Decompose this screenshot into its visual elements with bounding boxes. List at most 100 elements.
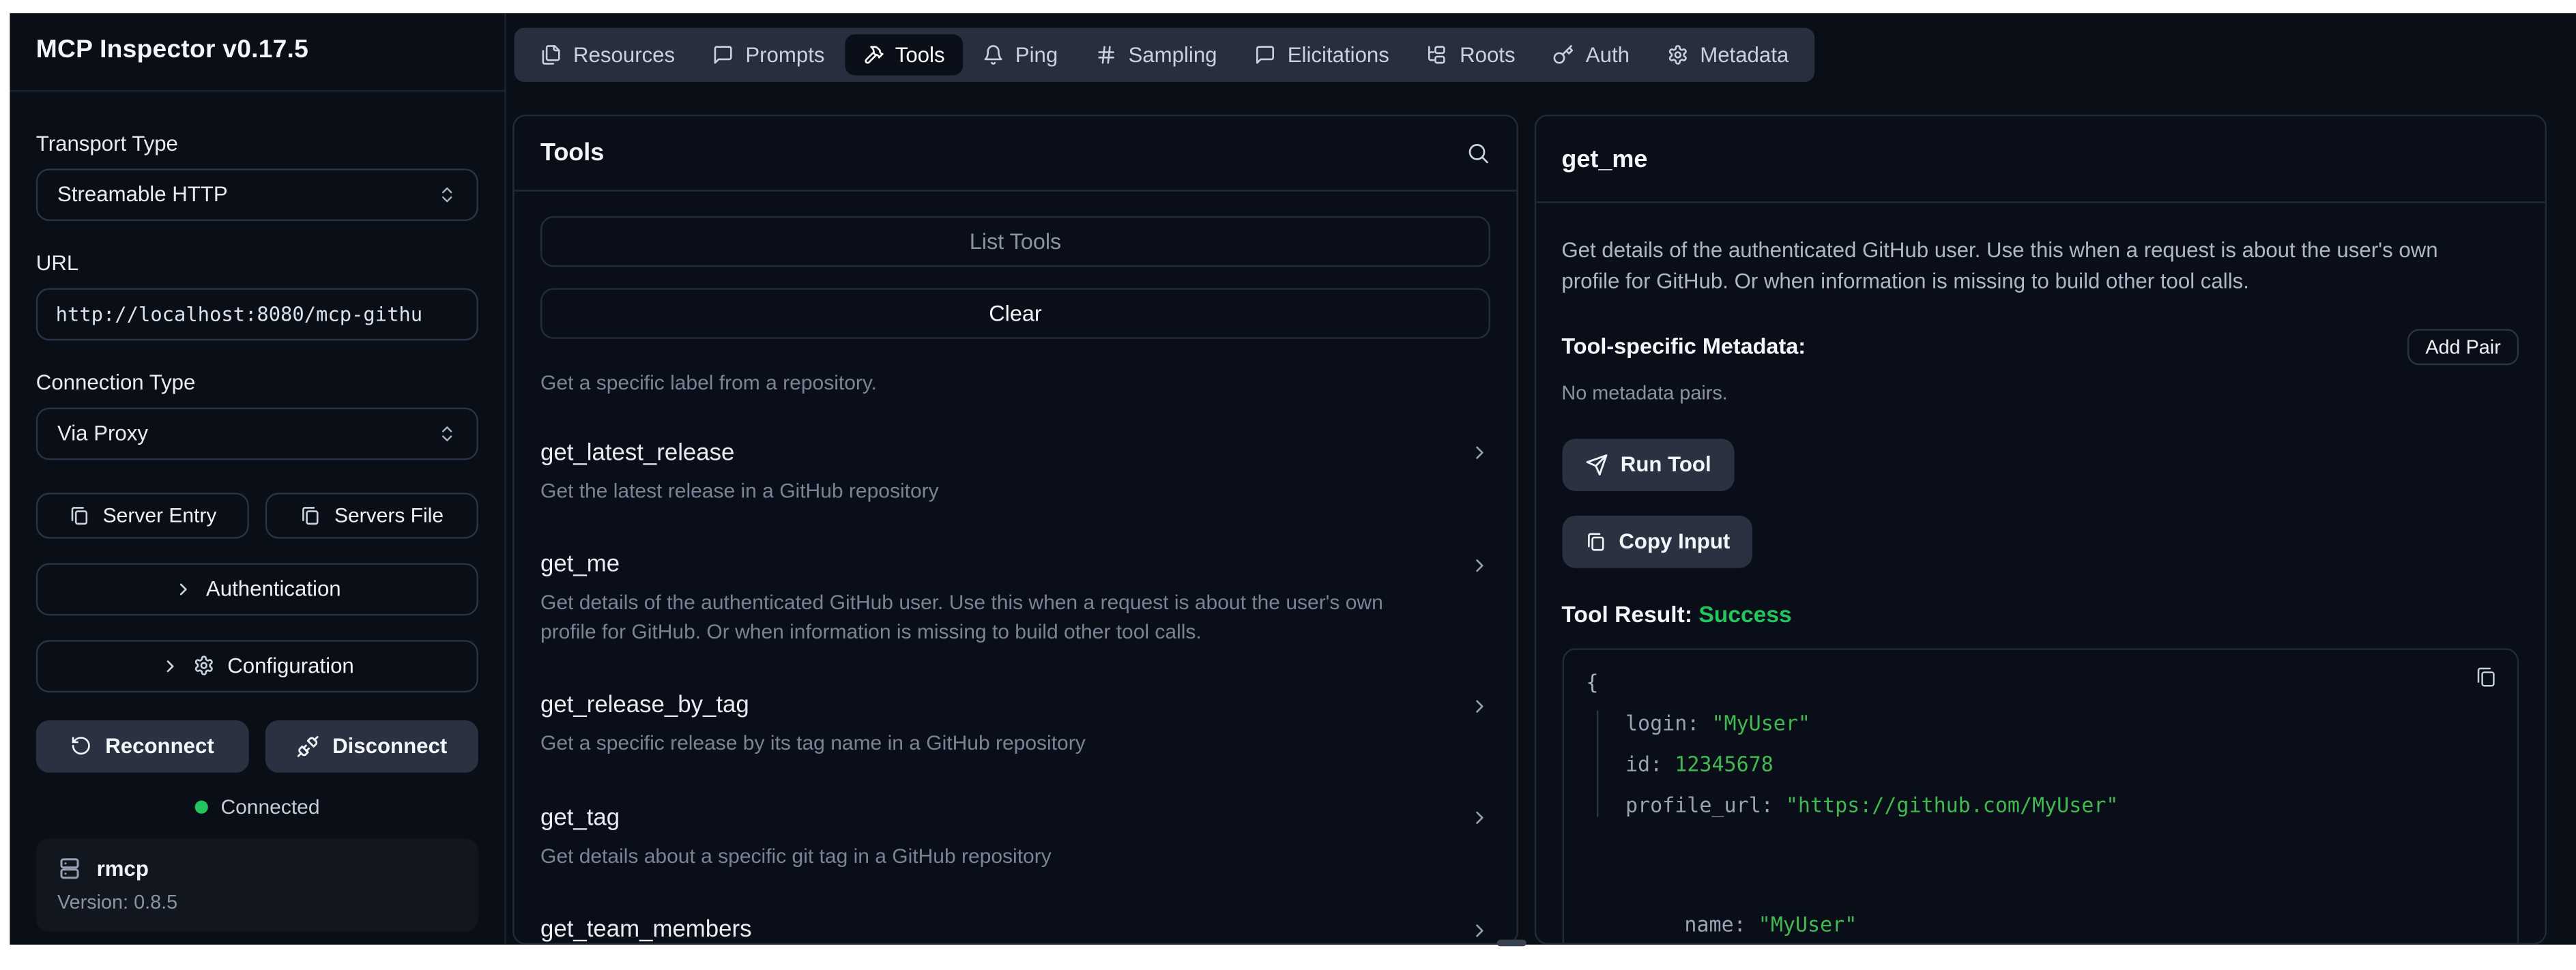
search-icon[interactable] (1466, 141, 1490, 165)
chevron-right-icon (173, 578, 193, 598)
tool-detail-title: get_me (1561, 145, 1647, 173)
server-icon (57, 855, 82, 880)
tool-name: get_me (540, 552, 620, 578)
tab-label: Ping (1015, 42, 1058, 66)
hammer-icon (863, 44, 884, 65)
tab-auth[interactable]: Auth (1535, 33, 1647, 74)
tool-detail-panel: get_me Get details of the authenticated … (1534, 115, 2547, 944)
server-entry-label: Server Entry (103, 503, 217, 527)
json-row-clipped: name: "MyUser" (1684, 911, 2494, 936)
configuration-label: Configuration (227, 653, 354, 678)
hash-icon (1095, 44, 1116, 65)
tool-result-label: Tool Result: (1561, 600, 1698, 626)
authentication-label: Authentication (206, 576, 341, 601)
stage: MCP Inspector v0.17.5 Transport Type Str… (0, 0, 2576, 970)
servers-file-label: Servers File (334, 503, 444, 527)
tree-icon (1427, 44, 1448, 65)
gear-icon (1667, 44, 1688, 65)
connection-status: Connected (36, 795, 478, 818)
tab-prompts[interactable]: Prompts (695, 33, 843, 74)
add-pair-button[interactable]: Add Pair (2407, 329, 2519, 365)
gear-icon (193, 655, 214, 676)
json-value: "https://github.com/MyUser" (1786, 792, 2119, 817)
connection-type-value: Via Proxy (57, 421, 148, 445)
run-tool-label: Run Tool (1621, 452, 1711, 477)
tool-list-item[interactable]: get_tag Get details about a specific git… (540, 805, 1490, 871)
servers-file-button[interactable]: Servers File (265, 492, 478, 538)
tool-description: Get a specific release by its tag name i… (540, 730, 1392, 759)
tool-description: Get the latest release in a GitHub repos… (540, 477, 1392, 506)
tool-list-item[interactable]: get_latest_release Get the latest releas… (540, 439, 1490, 505)
tool-name: get_release_by_tag (540, 692, 749, 718)
server-info-card: rmcp Version: 0.8.5 (36, 838, 478, 931)
disconnect-button[interactable]: Disconnect (265, 720, 478, 772)
tool-description: Get details about a specific git tag in … (540, 842, 1392, 871)
list-tools-button[interactable]: List Tools (540, 216, 1490, 266)
metadata-label: Tool-specific Metadata: (1561, 334, 1806, 359)
tab-resources[interactable]: Resources (523, 33, 693, 74)
message-square-icon (712, 44, 734, 65)
tools-panel-title: Tools (540, 138, 604, 166)
reconnect-button[interactable]: Reconnect (36, 720, 249, 772)
configuration-toggle[interactable]: Configuration (36, 639, 478, 692)
tab-sampling[interactable]: Sampling (1077, 33, 1235, 74)
transport-type-value: Streamable HTTP (57, 181, 228, 206)
tool-list-item[interactable]: get_release_by_tag Get a specific releas… (540, 692, 1490, 759)
send-icon (1584, 453, 1608, 476)
chevron-right-icon (1469, 920, 1490, 941)
copy-input-button[interactable]: Copy Input (1561, 515, 1753, 568)
sidebar: MCP Inspector v0.17.5 Transport Type Str… (10, 12, 506, 945)
horizontal-scrollbar-thumb[interactable] (1496, 939, 1525, 946)
json-key: profile_url: (1625, 792, 1786, 817)
tab-ping[interactable]: Ping (964, 33, 1075, 74)
tab-label: Elicitations (1288, 42, 1389, 66)
json-open-brace: { (1586, 669, 2494, 694)
chevron-right-icon (1469, 807, 1490, 828)
copy-icon (68, 504, 89, 525)
tool-list-item[interactable]: get_team_members Get members of a specif… (540, 917, 1490, 944)
json-key: id: (1625, 751, 1675, 776)
tools-panel-body: List Tools Clear Get a specific label fr… (515, 191, 1517, 944)
authentication-toggle[interactable]: Authentication (36, 562, 478, 615)
sidebar-header: MCP Inspector v0.17.5 (10, 12, 504, 91)
tool-name: get_latest_release (540, 439, 734, 465)
key-icon (1553, 44, 1574, 65)
json-row: login: "MyUser" (1625, 710, 2494, 735)
transport-type-select[interactable]: Streamable HTTP (36, 168, 478, 220)
connection-type-select[interactable]: Via Proxy (36, 407, 478, 459)
copy-icon (300, 504, 321, 525)
run-tool-button[interactable]: Run Tool (1561, 438, 1734, 490)
tool-result-row: Tool Result: Success (1561, 600, 2519, 626)
url-input[interactable] (36, 287, 478, 340)
tab-roots[interactable]: Roots (1409, 33, 1533, 74)
mcp-inspector-app: MCP Inspector v0.17.5 Transport Type Str… (10, 12, 2576, 945)
json-row: profile_url: "https://github.com/MyUser" (1625, 792, 2494, 817)
json-row: id: 12345678 (1625, 751, 2494, 776)
json-value: 12345678 (1675, 751, 1774, 776)
clear-button[interactable]: Clear (540, 287, 1490, 338)
json-key: name: (1684, 911, 1758, 936)
server-entry-button[interactable]: Server Entry (36, 492, 249, 538)
tab-label: Metadata (1700, 42, 1789, 66)
unplug-icon (296, 734, 319, 757)
connection-type-label: Connection Type (36, 369, 478, 394)
tools-panel-header: Tools (515, 116, 1517, 190)
tools-panel: Tools List Tools Clear Get a specific la… (512, 115, 1518, 944)
chevrons-up-down-icon (437, 184, 457, 204)
tab-label: Sampling (1128, 42, 1217, 66)
tool-list-item[interactable]: get_me Get details of the authenticated … (540, 552, 1490, 647)
top-nav: Resources Prompts Tools Ping Sampling El… (515, 27, 1815, 81)
chevron-right-icon (1469, 695, 1490, 716)
rotate-ccw-icon (71, 735, 92, 756)
sidebar-body: Transport Type Streamable HTTP URL Conne… (10, 91, 504, 930)
tab-metadata[interactable]: Metadata (1649, 33, 1807, 74)
tool-detail-description: Get details of the authenticated GitHub … (1561, 236, 2478, 297)
tab-label: Resources (573, 42, 675, 66)
tab-elicitations[interactable]: Elicitations (1236, 33, 1407, 74)
copy-input-label: Copy Input (1619, 529, 1730, 554)
tab-tools[interactable]: Tools (844, 33, 963, 74)
tab-label: Tools (895, 42, 945, 66)
tool-description-orphan: Get a specific label from a repository. (540, 371, 1490, 394)
copy-result-icon[interactable] (2474, 664, 2498, 688)
tab-label: Roots (1460, 42, 1516, 66)
